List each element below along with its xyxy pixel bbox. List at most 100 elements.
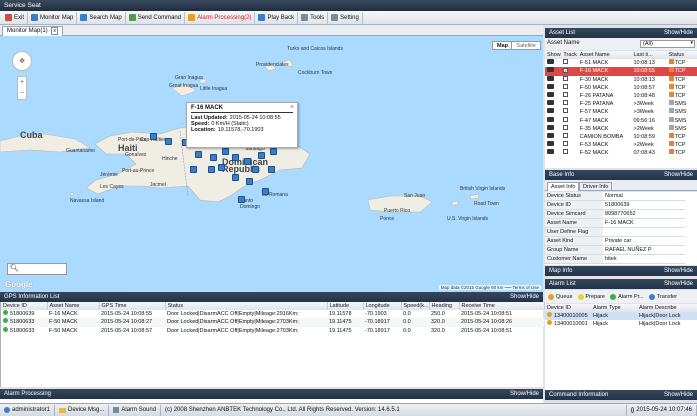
list-item[interactable]: F-47 MACK 09:56:16 SMS [545,116,697,125]
list-item[interactable]: F-26 PATANA 10:08:48 TCP [545,92,697,100]
list-item[interactable]: F-25 PATANA >3Week SMS [545,100,697,108]
list-item[interactable]: F-30 MACK 10:08:13 TCP [545,75,697,84]
gps-column-header[interactable]: Device ID [1,302,48,311]
alarm-processing-toggle[interactable]: Show/Hide [510,391,539,397]
list-item[interactable]: F-35 MACK >2Week SMS [545,124,697,133]
vehicle-marker-icon[interactable] [218,164,225,171]
gps-column-header[interactable]: GPS Time [99,302,166,311]
asset-column-header[interactable]: Status [667,51,697,59]
table-row[interactable]: 51800639 F-16 MACK 2015-05-24 10:08:55 Door… [1,310,544,318]
asset-column-header[interactable]: Last ti... [632,51,667,59]
alarm-filter-button[interactable]: Transfer [648,293,677,300]
vehicle-marker-icon[interactable] [262,188,269,195]
alarm-column-header[interactable]: Alarm Type [591,304,637,312]
toolbar-send-command-button[interactable]: Send Command [126,11,186,24]
popup-close-icon[interactable]: × [290,104,294,111]
monitor-map[interactable]: ✥ + − Map Satellite Gran Inagua Great Inag… [0,36,543,292]
track-checkbox[interactable] [563,141,569,147]
toolbar-setting-button[interactable]: Setting [328,11,363,24]
vehicle-marker-icon[interactable] [258,152,265,159]
tab-asset-info[interactable]: Asset Info [547,182,580,191]
asset-list-toggle[interactable]: Show/Hide [664,30,693,36]
vehicle-marker-icon[interactable] [232,174,239,181]
asset-column-header[interactable]: Asset Name [578,51,632,59]
vehicle-marker-icon[interactable] [222,148,229,155]
vehicle-marker-icon[interactable] [246,178,253,185]
gps-column-header[interactable]: Status [165,302,328,311]
gps-column-header[interactable]: Asset Name [47,302,100,311]
table-row[interactable]: 13400010005 Hijack Hijack|Door Lock [545,312,697,321]
gps-column-header[interactable]: Heading [429,302,460,311]
table-row[interactable]: 51800633 F-50 MACK 2015-05-24 10:08:57 Door… [1,326,544,335]
list-item[interactable]: CAMION BOMBA 10:08:59 TCP [545,132,697,141]
list-item[interactable]: ✓ F-16 MACK 10:08:55 TCP [545,67,697,76]
list-item[interactable]: F-51 MACK 10:08:13 TCP [545,59,697,67]
track-checkbox[interactable] [563,100,569,106]
track-checkbox[interactable] [563,132,569,138]
table-row[interactable]: 51800633 F-50 MACK 2015-05-24 10:08:27 Door… [1,318,544,327]
asset-column-header[interactable]: Show [545,51,561,59]
toolbar-alarm-button[interactable]: Alarm Processing(2) [185,11,256,24]
toolbar-tools-button[interactable]: Tools [298,11,329,24]
vehicle-marker-icon[interactable] [208,166,215,173]
gps-column-header[interactable]: Speed(k... [401,302,430,311]
track-checkbox[interactable] [563,124,569,130]
alarm-list-toggle[interactable]: Show/Hide [664,281,693,287]
map-info-toggle[interactable]: Show/Hide [664,268,693,274]
alarm-filter-button[interactable]: Alarm Pr... [610,293,644,300]
tab-driver-info[interactable]: Driver Info [579,182,613,191]
track-checkbox[interactable] [563,83,569,89]
list-item[interactable]: F-52 MACK 07:08:43 TCP [545,149,697,157]
track-checkbox[interactable]: ✓ [563,68,569,74]
map-search-box[interactable]: 🔍︎ [7,263,67,275]
asset-column-header[interactable]: Track [561,51,577,59]
vehicle-marker-icon[interactable] [165,138,172,145]
list-item[interactable]: F-53 MACK >2Week TCP [545,141,697,149]
alarm-sound-button[interactable]: Alarm Sound [109,404,162,416]
gps-column-header[interactable]: Receive Time [459,302,545,311]
vehicle-marker-icon[interactable] [210,154,217,161]
alarm-column-header[interactable]: Alarm Describe [637,304,697,312]
toolbar-exit-button[interactable]: Exit [2,11,29,24]
list-item[interactable]: F-50 MACK 10:08:57 TCP [545,83,697,92]
track-checkbox[interactable] [563,59,569,65]
vehicle-marker-icon[interactable] [244,158,251,165]
table-cell [561,116,577,125]
list-item[interactable]: F-57 MACK >3Week SMS [545,108,697,116]
track-checkbox[interactable] [563,149,569,155]
vehicle-marker-icon[interactable] [268,166,275,173]
vehicle-marker-icon[interactable] [232,154,239,161]
alarm-column-header[interactable]: Device ID [545,304,591,312]
table-row[interactable]: 13400010001 Hijack Hijack|Door Lock [545,320,697,328]
map-type-satellite-button[interactable]: Satellite [511,41,541,50]
table-cell [545,59,561,67]
gps-panel-toggle[interactable]: Show/Hide [510,294,539,300]
base-info-toggle[interactable]: Show/Hide [664,172,693,178]
gps-column-header[interactable]: Longitude [363,302,402,311]
alarm-list-table: Device ID Alarm Type Alarm Describe 1340001… [545,304,697,329]
vehicle-marker-icon[interactable] [195,151,202,158]
toolbar-play-back-button[interactable]: Play Back [255,11,299,24]
command-info-toggle[interactable]: Show/Hide [664,392,693,398]
device-msg-button[interactable]: Device Msg... [55,404,110,416]
asset-filter-select[interactable]: (All) ▾ [640,40,695,48]
gps-column-header[interactable]: Latitude [327,302,364,311]
track-checkbox[interactable] [563,116,569,122]
track-checkbox[interactable] [563,92,569,98]
tab-close-icon[interactable]: x [51,27,58,35]
track-checkbox[interactable] [563,75,569,81]
vehicle-marker-icon[interactable] [190,166,197,173]
toolbar-search-map-button[interactable]: Search Map [77,11,126,24]
map-pan-control[interactable]: ✥ [12,51,32,71]
vehicle-marker-icon[interactable] [270,148,277,155]
track-checkbox[interactable] [563,108,569,114]
map-zoom-control[interactable]: + − [17,76,27,100]
vehicle-marker-icon[interactable] [238,196,245,203]
alarm-filter-button[interactable]: Prepare [577,293,605,300]
vehicle-marker-icon[interactable] [150,133,157,140]
map-type-map-button[interactable]: Map [492,41,513,50]
vehicle-marker-icon[interactable] [252,166,259,173]
tab-monitor-map[interactable]: Monitor Map(1) x [2,26,63,36]
alarm-filter-button[interactable]: Queue [548,293,573,300]
toolbar-monitor-map-button[interactable]: Monitor Map [28,11,78,24]
